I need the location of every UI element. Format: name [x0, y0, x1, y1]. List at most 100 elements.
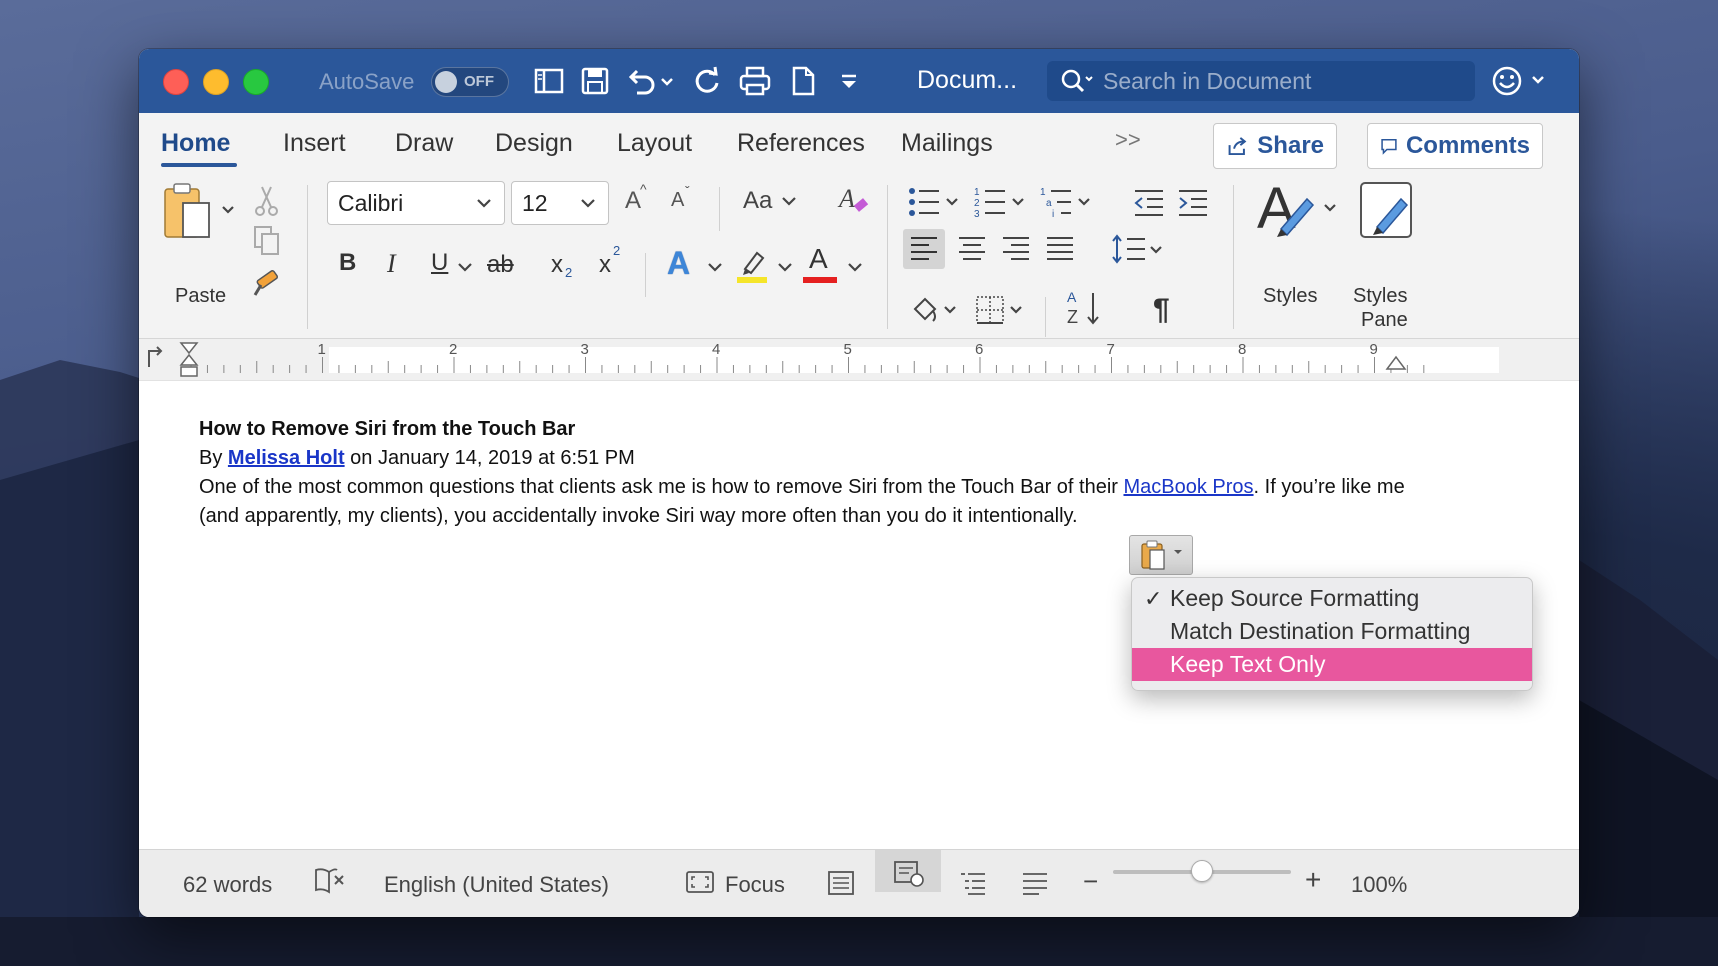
search-input[interactable] [1103, 67, 1443, 95]
tab-draw[interactable]: Draw [395, 129, 453, 158]
undo-dropdown-chevron-icon[interactable] [657, 63, 677, 99]
underline-button[interactable]: U [431, 249, 448, 277]
focus-button[interactable]: Focus [725, 872, 785, 898]
tab-mailings[interactable]: Mailings [901, 129, 993, 158]
outline-view-icon[interactable] [959, 870, 987, 896]
zoom-slider-knob[interactable] [1191, 860, 1213, 882]
document-title: Docum... [917, 66, 1018, 94]
right-indent-marker[interactable] [1385, 353, 1407, 371]
save-icon[interactable] [577, 63, 613, 99]
chevron-down-icon[interactable] [775, 257, 795, 277]
new-document-icon[interactable] [785, 63, 821, 99]
copy-icon[interactable] [249, 223, 285, 266]
autosave-toggle[interactable]: OFF [431, 67, 509, 97]
word-count[interactable]: 62 words [183, 872, 272, 898]
clear-formatting-icon[interactable]: A [835, 181, 871, 224]
bold-button[interactable]: B [339, 249, 356, 277]
focus-icon[interactable] [685, 870, 715, 894]
tab-layout[interactable]: Layout [617, 129, 692, 158]
subscript-button[interactable]: x [551, 251, 563, 279]
numbering-icon[interactable]: 123 [973, 185, 1029, 226]
share-label: Share [1257, 132, 1324, 159]
comment-icon [1381, 139, 1397, 155]
proofing-book-icon[interactable] [313, 866, 347, 896]
menu-item-keep-source-formatting[interactable]: ✓ Keep Source Formatting [1132, 582, 1532, 615]
tab-insert[interactable]: Insert [283, 129, 346, 158]
undo-icon[interactable] [623, 63, 659, 99]
chevron-down-icon[interactable] [779, 191, 799, 211]
shading-icon[interactable] [909, 293, 965, 334]
line-spacing-icon[interactable] [1111, 231, 1167, 274]
chevron-down-icon[interactable] [705, 257, 725, 277]
redo-icon[interactable] [689, 63, 725, 99]
maximize-window-button[interactable] [243, 69, 269, 95]
strikethrough-button[interactable]: ab [487, 251, 514, 279]
format-painter-icon[interactable] [249, 263, 285, 306]
feedback-smiley-icon[interactable] [1489, 63, 1553, 104]
document-canvas[interactable]: How to Remove Siri from the Touch Bar By… [139, 381, 1579, 849]
cut-icon[interactable] [249, 183, 285, 226]
byline-prefix: By [199, 447, 228, 469]
author-link[interactable]: Melissa Holt [228, 447, 345, 469]
justify-icon[interactable] [1045, 235, 1075, 263]
print-layout-view-icon[interactable] [827, 870, 855, 896]
superscript-button[interactable]: x [599, 251, 611, 279]
separator [1233, 185, 1234, 329]
align-right-icon[interactable] [1001, 235, 1031, 263]
print-icon[interactable] [737, 63, 773, 99]
svg-text:a: a [1046, 198, 1052, 209]
bullets-icon[interactable] [907, 185, 963, 226]
chevron-down-icon [477, 199, 491, 208]
customize-toolbar-icon[interactable] [831, 63, 867, 99]
svg-text:i: i [1052, 209, 1054, 219]
active-tab-indicator [161, 163, 237, 167]
show-formatting-marks-button[interactable]: ¶ [1153, 293, 1170, 327]
language-indicator[interactable]: English (United States) [384, 872, 609, 898]
minimize-window-button[interactable] [203, 69, 229, 95]
grow-font-button[interactable]: A [625, 187, 641, 215]
draft-view-icon[interactable] [1021, 870, 1049, 896]
chevron-down-icon[interactable] [455, 257, 475, 277]
tab-references[interactable]: References [737, 129, 865, 158]
align-center-icon[interactable] [957, 235, 987, 263]
zoom-out-button[interactable]: − [1083, 866, 1098, 897]
document-text[interactable]: How to Remove Siri from the Touch Bar By… [199, 415, 1439, 531]
font-size-select[interactable]: 12 [511, 181, 609, 225]
superscript-mark: 2 [613, 243, 621, 258]
borders-icon[interactable] [973, 293, 1029, 334]
tab-home[interactable]: Home [161, 129, 230, 158]
zoom-in-button[interactable]: + [1305, 864, 1321, 896]
menu-item-keep-text-only[interactable]: Keep Text Only [1132, 648, 1532, 681]
chevron-down-icon[interactable] [845, 257, 865, 277]
paste-options-button[interactable] [1129, 535, 1193, 575]
multilevel-list-icon[interactable]: 1ai [1039, 185, 1095, 226]
share-button[interactable]: Share [1213, 123, 1337, 169]
change-case-button[interactable]: Aa [743, 187, 772, 215]
checkmark-icon: ✓ [1144, 586, 1163, 611]
zoom-level[interactable]: 100% [1351, 872, 1407, 898]
macbook-pros-link[interactable]: MacBook Pros [1123, 476, 1253, 498]
shrink-font-caret: ˇ [685, 183, 690, 199]
search-box[interactable] [1047, 61, 1475, 101]
shrink-font-button[interactable]: A [671, 189, 684, 212]
italic-button[interactable]: I [387, 249, 396, 279]
text-effects-button[interactable]: A [667, 245, 690, 282]
first-line-indent-marker[interactable] [179, 341, 199, 379]
close-window-button[interactable] [163, 69, 189, 95]
comments-button[interactable]: Comments [1367, 123, 1543, 169]
increase-indent-icon[interactable] [1175, 187, 1211, 224]
align-left-button[interactable] [903, 229, 945, 269]
web-layout-view-button[interactable] [875, 850, 941, 892]
font-color-glyph: A [809, 243, 828, 274]
separator [887, 185, 888, 329]
sidebar-toggle-icon[interactable] [531, 63, 567, 99]
tab-design[interactable]: Design [495, 129, 573, 158]
styles-pane-icon[interactable] [1357, 179, 1417, 252]
search-icon [1061, 69, 1093, 93]
more-tabs-chevron-icon[interactable]: >> [1115, 127, 1141, 153]
decrease-indent-icon[interactable] [1131, 187, 1167, 224]
menu-item-match-destination-formatting[interactable]: Match Destination Formatting [1132, 615, 1532, 648]
highlighter-icon[interactable] [735, 245, 771, 292]
paste-icon[interactable] [157, 181, 247, 254]
font-name-select[interactable]: Calibri [327, 181, 505, 225]
